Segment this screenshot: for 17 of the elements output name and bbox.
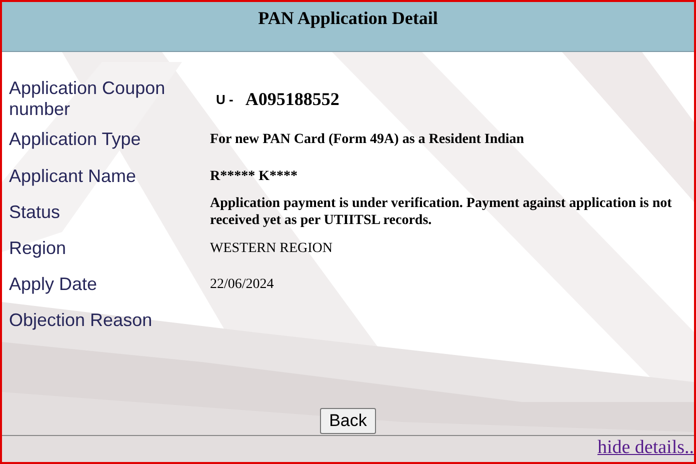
hide-details-link[interactable]: hide details.. [597, 437, 694, 459]
field-label: Status [9, 202, 60, 222]
field-label: Applicant Name [9, 166, 136, 187]
detail-value: For new PAN Card (Form 49A) as a Resident Indian [210, 130, 524, 148]
coupon-number: A095188552 [245, 88, 340, 110]
field-label: Region [9, 238, 66, 258]
detail-value: Application payment is under verification. Payment against application is not received yet as per UTIITSL records. [210, 195, 673, 229]
coupon-prefix: U - [216, 92, 234, 106]
field-label: Apply Date [9, 274, 98, 294]
field-label: Objection Reason [9, 310, 152, 331]
detail-value: R***** K**** [210, 168, 298, 185]
field-label: Application Type [9, 128, 141, 150]
detail-value: 22/06/2024 [210, 276, 274, 292]
detail-value: WESTERN REGION [210, 240, 332, 256]
field-label: Application Coupon number [9, 78, 166, 120]
page-title: PAN Application Detail [258, 8, 438, 29]
back-button[interactable]: Back [320, 408, 376, 434]
